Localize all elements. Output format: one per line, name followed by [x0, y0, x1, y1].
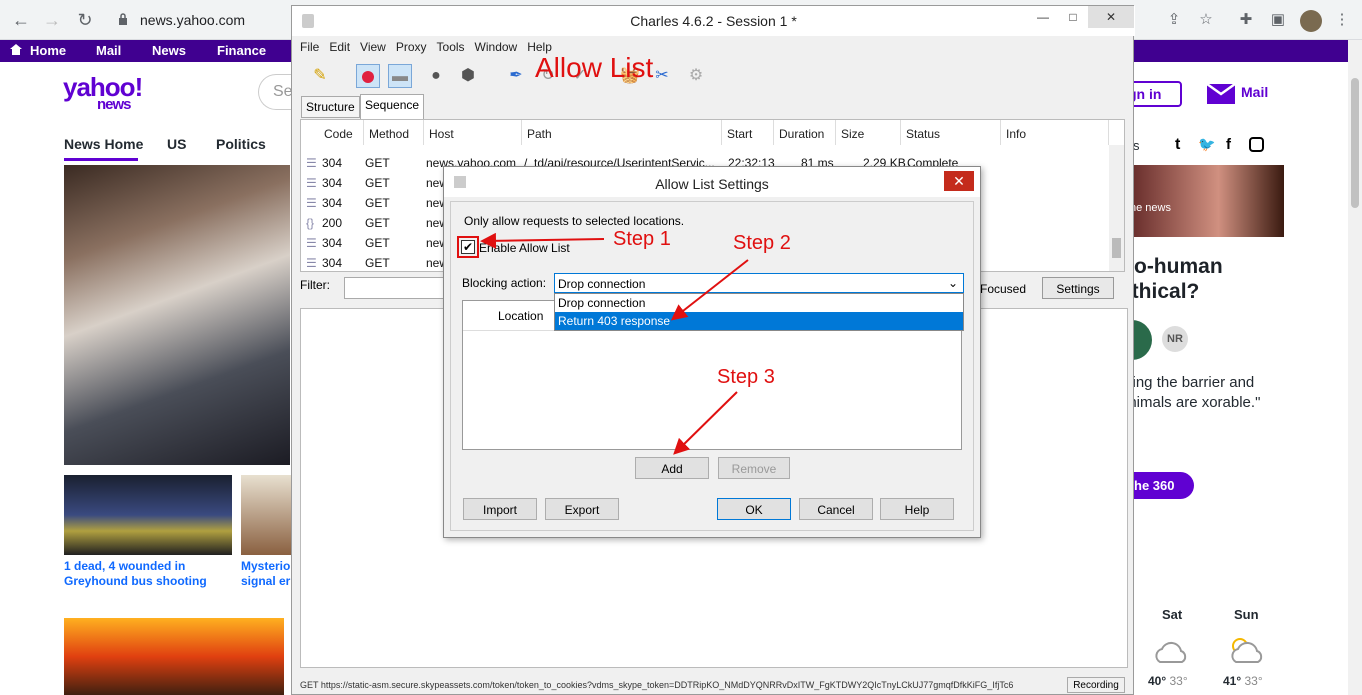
annotation-arrows	[480, 232, 749, 455]
